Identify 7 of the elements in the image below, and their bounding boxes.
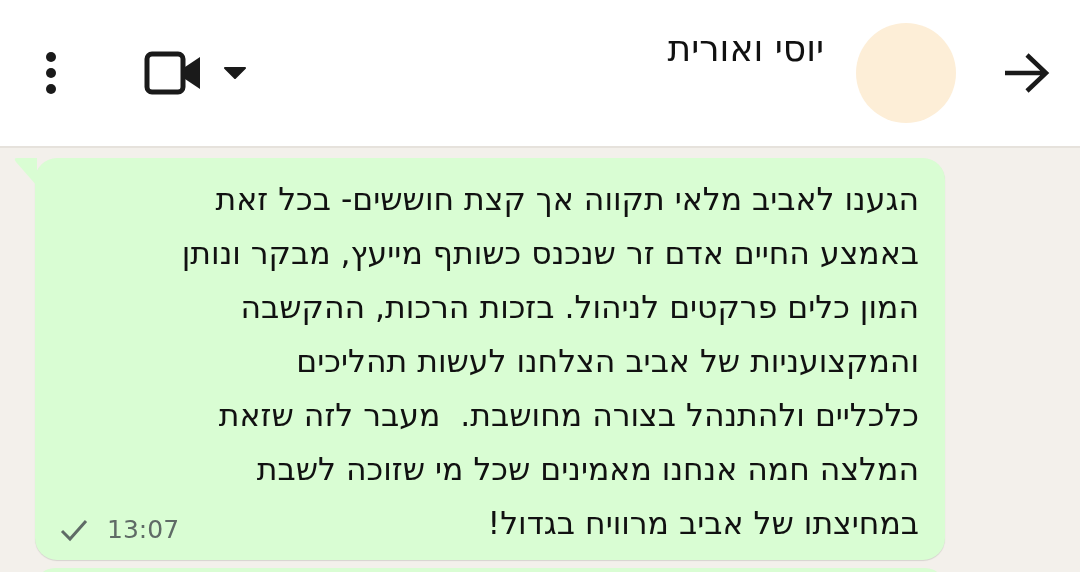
caret-icon[interactable] — [224, 67, 246, 79]
menu-icon[interactable] — [44, 51, 58, 95]
message-time: 13:07 — [107, 515, 180, 544]
message-text: הגענו לאביב מלאי תקווה אך קצת חוששים- בכל זאת באמצע החיים אדם זר שנכנס כשותף מייעץ, מבקר ונותן המון כלים פרקטים לניהול. בזכות הרכות, ההקשבה והמקצועניות של אביב הצלחנו לעשות תהליכים כלכליים ולהתנהל בצורה מחושבת. מעבר לזה שזאת המלצה חמה אנחנו מאמינים שכל מי שזוכה לשבת במחיצתו של אביב מרוויח בגדול! — [181, 180, 919, 543]
video-call-icon[interactable] — [144, 51, 202, 95]
chat-title[interactable]: יוסי ואורית — [667, 28, 824, 69]
back-arrow-icon[interactable] — [1002, 52, 1050, 94]
